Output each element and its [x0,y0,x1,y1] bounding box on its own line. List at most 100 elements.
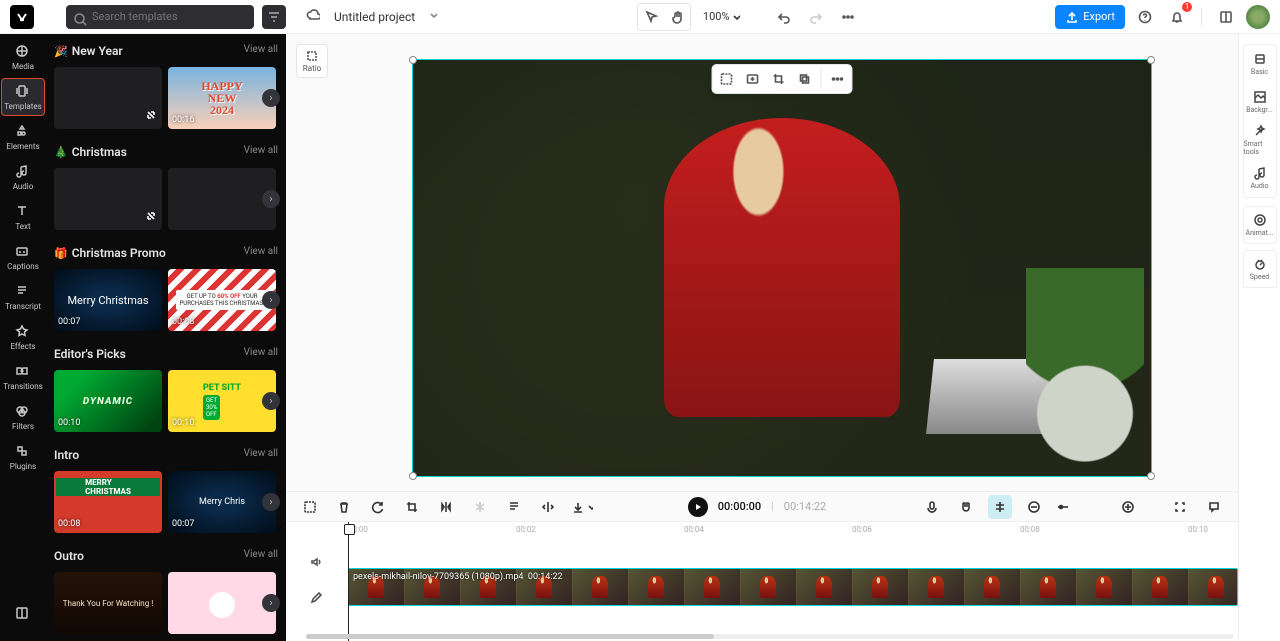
expand-icon[interactable] [144,108,158,125]
rail-anim[interactable]: Animat... [1243,206,1277,244]
nav-filters[interactable]: Filters [1,398,45,436]
template-card[interactable] [168,572,276,634]
template-card[interactable]: PET SITTGET30%OFF00:10 [168,370,276,432]
template-card[interactable] [54,168,162,230]
template-card[interactable]: DYNAMIC00:10 [54,370,162,432]
view-all-link[interactable]: View all [244,44,278,55]
align-icon[interactable] [988,495,1012,519]
split-icon[interactable] [536,495,560,519]
canvas-more-icon[interactable] [828,69,848,89]
nav-text[interactable]: Text [1,198,45,236]
section-title: Editor's Picks [54,347,126,361]
template-duration: 00:07 [172,519,194,529]
template-card[interactable]: Merry Chris00:07 [168,471,276,533]
view-all-link[interactable]: View all [244,549,278,560]
speed-icon[interactable] [502,495,526,519]
nav-media[interactable]: Media [1,38,45,76]
nav-templates[interactable]: Templates [1,78,45,116]
notif-badge: 1 [1182,2,1192,12]
help-button[interactable] [1133,5,1157,29]
playhead[interactable] [348,522,349,641]
nav-audio[interactable]: Audio [1,158,45,196]
view-all-link[interactable]: View all [244,246,278,257]
next-button[interactable]: › [262,291,280,309]
project-title[interactable]: Untitled project [334,10,415,24]
next-button[interactable]: › [262,89,280,107]
timeline[interactable]: 00:0000:0200:0400:0600:0800:10 pexels-mi… [286,521,1238,641]
fullscreen-icon[interactable] [1168,495,1192,519]
app-logo[interactable] [10,5,34,29]
zoom-in-icon[interactable] [1116,495,1140,519]
template-card[interactable]: Thank You For Watching ! [54,572,162,634]
cursor-tool[interactable] [639,5,663,29]
template-card[interactable] [168,168,276,230]
template-card[interactable]: HAPPYNEW202400:16 [168,67,276,129]
select-area-icon[interactable] [717,69,737,89]
more-button[interactable] [836,5,860,29]
zoom-level[interactable]: 100% [699,10,744,24]
track-edit-icon[interactable] [304,586,328,610]
nav-expand[interactable] [1,595,45,633]
nav-captions[interactable]: Captions [1,238,45,276]
next-button[interactable]: › [262,190,280,208]
project-caret-icon[interactable] [427,7,441,26]
comment-icon[interactable] [1202,495,1226,519]
nav-transcript[interactable]: Transcript [1,278,45,316]
crop-tl-icon[interactable] [400,495,424,519]
nav-effects[interactable]: Effects [1,318,45,356]
view-all-link[interactable]: View all [244,347,278,358]
resize-handle[interactable] [1147,472,1155,480]
timeline-clip[interactable]: pexels-mikhail-nilov-7709365 (1080p).mp4… [348,568,1238,606]
ratio-button[interactable]: Ratio [296,44,328,78]
view-all-link[interactable]: View all [244,145,278,156]
ratio-label: Ratio [303,64,321,73]
redo-button[interactable] [804,5,828,29]
rotate-icon[interactable] [366,495,390,519]
template-card[interactable]: Merry Christmas00:07 [54,269,162,331]
view-all-link[interactable]: View all [244,448,278,459]
rail-backgr[interactable]: Backgr... [1244,83,1276,121]
filter-button[interactable] [262,5,286,29]
delete-icon[interactable] [332,495,356,519]
resize-handle[interactable] [1147,56,1155,64]
expand-icon[interactable] [144,209,158,226]
zoom-out-icon[interactable] [1022,495,1046,519]
track-audio-icon[interactable] [304,550,328,574]
next-button[interactable]: › [262,594,280,612]
search-input[interactable] [66,5,254,29]
mic-icon[interactable] [920,495,944,519]
next-button[interactable]: › [262,392,280,410]
magnet-icon[interactable] [954,495,978,519]
preview-canvas[interactable] [412,59,1152,477]
timeline-scrollbar[interactable] [306,634,1234,639]
avatar[interactable] [1246,5,1270,29]
resize-handle[interactable] [409,56,417,64]
export-button[interactable]: Export [1055,5,1125,29]
rail-basic[interactable]: Basic [1244,45,1276,83]
tl-select-icon[interactable] [298,495,322,519]
play-button[interactable] [688,497,708,517]
rail-smart[interactable]: Smart tools [1244,121,1276,159]
resize-handle[interactable] [409,472,417,480]
nav-plugins[interactable]: Plugins [1,438,45,476]
undo-button[interactable] [772,5,796,29]
layout-toggle[interactable] [1214,5,1238,29]
template-card[interactable]: GET UP TO 60% OFF YOURPURCHASES THIS CHR… [168,269,276,331]
hand-tool[interactable] [665,5,689,29]
nav-transitions[interactable]: Transitions [1,358,45,396]
crop-icon[interactable] [769,69,789,89]
ruler-tick: 00:06 [852,525,872,534]
rail-speed[interactable]: Speed [1243,250,1277,288]
template-card[interactable]: MERRYCHRISTMAS00:08 [54,471,162,533]
mirror-icon[interactable] [434,495,458,519]
template-card[interactable] [54,67,162,129]
rail-audio[interactable]: Audio [1244,159,1276,197]
download-icon[interactable] [570,495,594,519]
duplicate-icon[interactable] [795,69,815,89]
zoom-slider[interactable] [1056,495,1106,519]
freeze-icon[interactable] [468,495,492,519]
next-button[interactable]: › [262,493,280,511]
notifications-button[interactable]: 1 [1165,5,1189,29]
add-media-icon[interactable] [743,69,763,89]
nav-elements[interactable]: Elements [1,118,45,156]
